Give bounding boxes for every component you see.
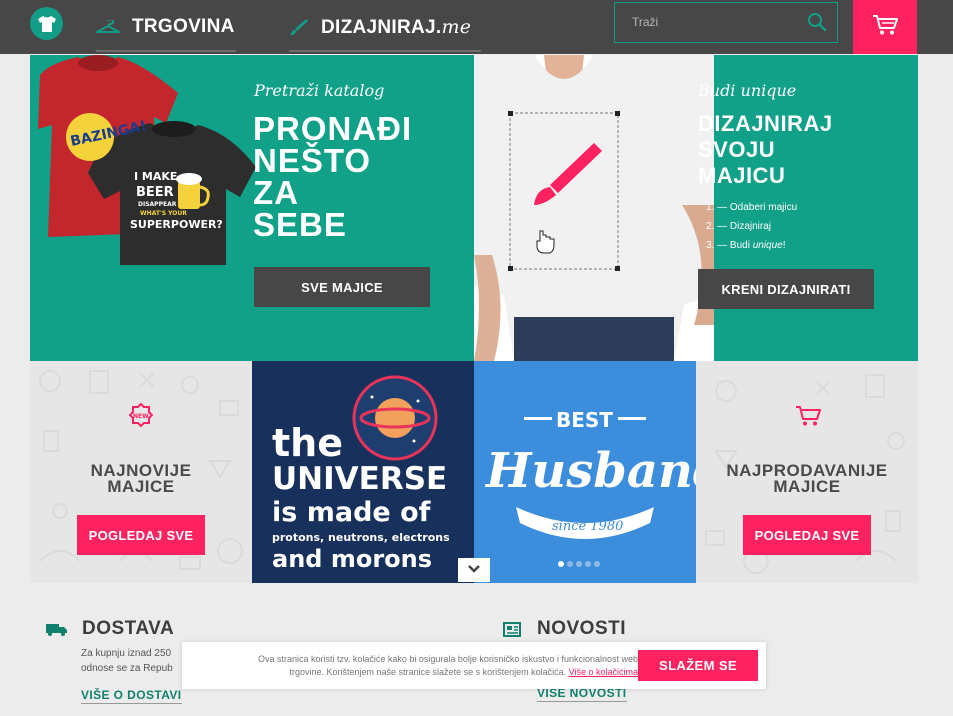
catalog-headline-line-2: NEŠTO: [253, 142, 372, 179]
shirt-back-text-1: BEER: [136, 185, 174, 200]
carousel-dots: [558, 561, 600, 567]
newspaper-icon: [503, 621, 521, 637]
brush-icon: [289, 17, 309, 37]
husband-top-text: BEST: [556, 408, 613, 432]
start-designing-button[interactable]: KRENI DIZAJNIRATI: [698, 269, 874, 309]
hero-catalog: BAZINGA! I MAKE BEER DISAPPEAR WHAT'S YO…: [30, 55, 474, 361]
bestsellers-heading-line-2: MAJICE: [773, 477, 841, 496]
designer-headline: DIZAJNIRAJ SVOJU MAJICU: [698, 111, 833, 189]
shipping-section: DOSTAVA Za kupnju iznad 250 odnose se za…: [46, 618, 182, 704]
design-step-3-tail: !: [782, 240, 786, 251]
delivery-truck-icon: [46, 622, 68, 636]
design-step-3: 3. — Budi unique!: [706, 236, 797, 255]
logo-tshirt-icon[interactable]: [30, 7, 63, 40]
universe-line-4: protons, neutrons, electrons: [272, 531, 450, 544]
carousel-dot-5[interactable]: [594, 561, 600, 567]
cookie-accept-button[interactable]: SLAŽEM SE: [638, 650, 758, 681]
cookie-text: Ova stranica koristi tzv. kolačiće kako …: [192, 653, 638, 679]
catalog-headline: PRONAĐI NEŠTO ZA SEBE: [253, 110, 413, 243]
shipping-text-line-2: odnose se za Repub: [81, 663, 173, 674]
husband-script-text: Husband: [484, 443, 696, 499]
newest-heading-line-2: MAJICE: [107, 477, 175, 496]
cookie-consent-bar: Ova stranica koristi tzv. kolačiće kako …: [182, 642, 766, 689]
universe-line-3: is made of: [272, 497, 431, 528]
all-shirts-button[interactable]: SVE MAJICE: [254, 267, 430, 307]
search-input[interactable]: [632, 15, 792, 29]
hero-banner: BAZINGA! I MAKE BEER DISAPPEAR WHAT'S YO…: [30, 55, 918, 361]
design-step-1: 1. — Odaberi majicu: [706, 202, 798, 213]
shipping-more-link[interactable]: VIŠE O DOSTAVI: [81, 688, 182, 704]
nav-design-main: DIZAJNIRAJ.: [321, 16, 442, 38]
universe-line-5: and morons: [272, 545, 433, 573]
shipping-title: DOSTAVA: [82, 618, 175, 639]
newest-view-all-button[interactable]: POGLEDAJ SVE: [77, 515, 205, 555]
cookie-text-line-2: trgovine. Korištenjem naše stranice slaž…: [192, 666, 638, 679]
nav-design-label: DIZAJNIRAJ.me: [321, 16, 471, 39]
design-step-3-em: unique: [752, 240, 783, 251]
carousel-dot-3[interactable]: [576, 561, 582, 567]
search-box: [614, 2, 838, 43]
cookie-text-line-1: Ova stranica koristi tzv. kolačiće kako …: [258, 654, 638, 664]
husband-design-artwork: BEST Husband since 1980: [484, 408, 696, 539]
shirt-back-text-2: DISAPPEAR: [138, 201, 177, 208]
hero-designer: Budi unique DIZAJNIRAJ SVOJU MAJICU 1. —…: [474, 55, 918, 361]
shirt-back-text-3: WHAT'S YOUR: [140, 210, 187, 217]
design-steps-list: 1. — Odaberi majicu 2. — Dizajniraj 3. —…: [706, 198, 797, 255]
new-badge-icon: NEW: [128, 402, 154, 432]
nav-design-underline: [289, 50, 481, 52]
scroll-down-button[interactable]: [458, 558, 490, 582]
universe-line-2: UNIVERSE: [272, 461, 448, 497]
cookie-text-line-2-body: trgovine. Korištenjem naše stranice slaž…: [289, 667, 567, 677]
bestsellers-view-all-button[interactable]: POGLEDAJ SVE: [743, 515, 871, 555]
catalog-headline-line-1: PRONAĐI: [253, 110, 413, 147]
nav-shop-link[interactable]: TRGOVINA: [96, 0, 236, 54]
catalog-headline-line-3: ZA: [253, 174, 299, 211]
cart-icon: [872, 14, 898, 41]
design-step-3-text: 3. — Budi: [706, 240, 753, 251]
top-navigation-bar: TRGOVINA DIZAJNIRAJ.me: [0, 0, 953, 54]
cookie-more-link[interactable]: Više o kolačićima: [569, 667, 638, 677]
shipping-text: Za kupnju iznad 250 odnose se za Repub: [81, 646, 182, 676]
category-tiles: NEW NAJNOVIJE MAJICE POGLEDAJ SVE the UN…: [30, 361, 918, 583]
nav-design-suffix: me: [441, 15, 472, 38]
designer-subtitle: Budi unique: [698, 81, 797, 100]
news-title: NOVOSTI: [537, 618, 627, 639]
cart-button[interactable]: [853, 0, 917, 54]
design-step-2: 2. — Dizajniraj: [706, 221, 772, 232]
tile-universe-design[interactable]: the UNIVERSE is made of protons, neutron…: [252, 361, 474, 583]
new-badge-text: NEW: [133, 413, 149, 420]
designer-headline-line-1: DIZAJNIRAJ: [698, 111, 833, 136]
shopping-cart-icon: [795, 405, 821, 432]
chevron-down-icon: [467, 561, 481, 579]
search-icon[interactable]: [807, 12, 827, 37]
shirt-back-text-4: SUPERPOWER?: [130, 218, 223, 231]
designer-headline-line-3: MAJICU: [698, 163, 786, 188]
tshirts-illustration: BAZINGA! I MAKE BEER DISAPPEAR WHAT'S YO…: [38, 55, 256, 265]
carousel-dot-2[interactable]: [567, 561, 573, 567]
nav-shop-label: TRGOVINA: [132, 16, 235, 37]
husband-ribbon-text: since 1980: [552, 519, 623, 534]
tile-husband-design[interactable]: BEST Husband since 1980: [474, 361, 696, 583]
nav-design-link[interactable]: DIZAJNIRAJ.me: [289, 0, 481, 54]
newest-heading: NAJNOVIJE MAJICE: [30, 462, 252, 496]
bestsellers-heading: NAJPRODAVANIJE MAJICE: [696, 462, 918, 496]
universe-line-1: the: [272, 421, 343, 465]
nav-shop-underline: [96, 50, 236, 52]
shirt-back-text-0: I MAKE: [134, 170, 177, 183]
designer-headline-line-2: SVOJU: [698, 137, 776, 162]
carousel-dot-4[interactable]: [585, 561, 591, 567]
hanger-icon: [96, 20, 120, 34]
catalog-subtitle: Pretraži katalog: [254, 81, 385, 100]
model-white-shirt-illustration: [474, 55, 714, 361]
tile-newest: NEW NAJNOVIJE MAJICE POGLEDAJ SVE: [30, 361, 252, 583]
planet-icon: [352, 375, 438, 461]
carousel-dot-1[interactable]: [558, 561, 564, 567]
catalog-headline-line-4: SEBE: [253, 206, 347, 243]
tile-bestsellers: NAJPRODAVANIJE MAJICE POGLEDAJ SVE: [696, 361, 918, 583]
shipping-text-line-1: Za kupnju iznad 250: [81, 648, 172, 659]
